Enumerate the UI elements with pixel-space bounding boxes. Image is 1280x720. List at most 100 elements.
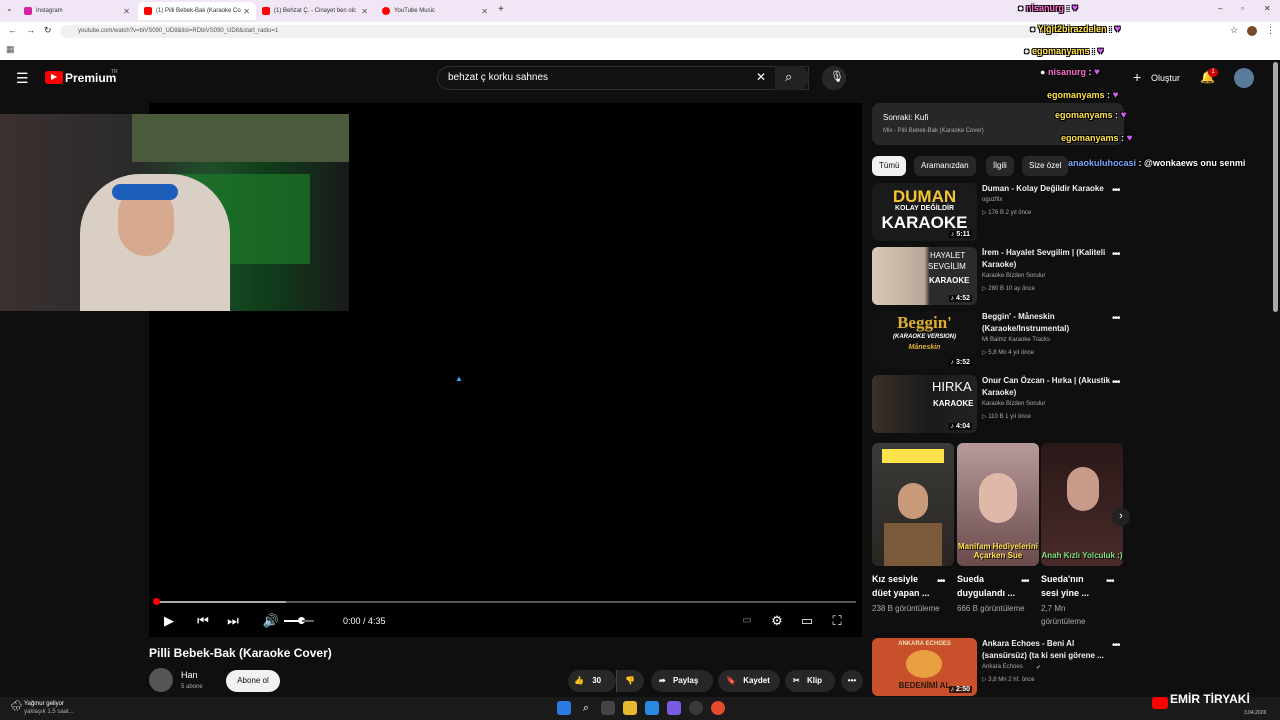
recommended-video[interactable]: HIRKA KARAOKE ♪ 4:04 Onur Can Özcan - Hı… <box>872 375 1132 435</box>
page-scrollbar[interactable] <box>1273 62 1278 312</box>
tab-instagram[interactable]: Instagram ✕ <box>18 2 136 20</box>
maximize-icon[interactable]: ▫ <box>1241 4 1244 13</box>
file-explorer-icon[interactable] <box>623 701 637 715</box>
volume-icon[interactable]: 🔊 <box>262 612 280 630</box>
video-title[interactable]: Beggin' - Måneskin (Karaoke/Instrumental… <box>982 311 1112 335</box>
tab-behzat[interactable]: (1) Behzat Ç. - Cinayet ben olc ✕ <box>256 2 374 20</box>
more-options-icon[interactable]: ••• <box>1112 249 1120 260</box>
video-title[interactable]: Duman - Kolay Değildir Karaoke <box>982 183 1112 195</box>
star-icon[interactable]: ☆ <box>1230 25 1238 36</box>
chat-message: ● egomanyams : ♥ <box>1024 46 1103 57</box>
video-thumbnail[interactable]: DUMAN KOLAY DEĞİLDİR KARAOKE ♪ 5:11 <box>872 183 977 241</box>
like-button[interactable]: 👍 30 <box>568 670 616 692</box>
premium-logo[interactable]: Premium <box>65 71 116 85</box>
short-title[interactable]: Kız sesiyle düet yapan ... <box>872 572 932 600</box>
save-button[interactable]: 🔖 Kaydet <box>718 670 780 692</box>
recommended-video[interactable]: Beggin' (KARAOKE VERSION) Måneskin ♪ 3:5… <box>872 311 1132 371</box>
menu-icon[interactable]: ⋮ <box>1266 25 1275 36</box>
tab-search-icon[interactable]: ⌄ <box>6 4 13 13</box>
more-options-icon[interactable]: ••• <box>1106 576 1114 587</box>
recommended-video[interactable]: DUMAN KOLAY DEĞİLDİR KARAOKE ♪ 5:11 Duma… <box>872 183 1132 243</box>
weather-icon[interactable]: 🌧 <box>10 701 23 712</box>
previous-icon[interactable]: ⏮ <box>194 612 212 630</box>
play-icon[interactable]: ▶ <box>160 612 178 630</box>
channel-name[interactable]: Han <box>181 670 198 680</box>
video-thumbnail[interactable]: Beggin' (KARAOKE VERSION) Måneskin ♪ 3:5… <box>872 311 977 369</box>
more-options-icon[interactable]: ••• <box>937 576 945 587</box>
chip-from-search[interactable]: Aramanızdan <box>914 156 976 176</box>
dislike-button[interactable]: 👎 <box>616 670 644 692</box>
window-close-icon[interactable]: ✕ <box>1264 4 1271 13</box>
video-title[interactable]: Ankara Echoes - Beni Al (sansürsüz) (ta … <box>982 638 1112 662</box>
video-thumbnail[interactable]: HAYALET SEVGİLİM KARAOKE ♪ 4:52 <box>872 247 977 305</box>
obs-icon[interactable] <box>689 701 703 715</box>
channel-name[interactable]: oguzflix <box>982 197 1002 203</box>
search-input[interactable]: behzat ç korku sahnes <box>437 66 809 90</box>
more-options-icon[interactable]: ••• <box>1112 640 1120 651</box>
chip-all[interactable]: Tümü <box>872 156 907 176</box>
close-icon[interactable]: ✕ <box>243 7 250 16</box>
chip-for-you[interactable]: Size özel <box>1022 156 1069 176</box>
video-title[interactable]: Onur Can Özcan - Hırka | (Akustik Karaok… <box>982 375 1112 399</box>
video-title[interactable]: İrem - Hayalet Sevgilim | (Kaliteli Kara… <box>982 247 1112 271</box>
create-button[interactable]: Oluştur <box>1151 73 1180 83</box>
short-thumbnail[interactable]: Anah Kızlı Yolculuk :) <box>1041 443 1123 566</box>
taskbar-search-icon[interactable]: ⌕ <box>579 701 593 715</box>
short-thumbnail[interactable]: Manifam Hediyelerini Açarken Sue <box>957 443 1039 566</box>
share-button[interactable]: ➦ Paylaş <box>651 670 713 692</box>
channel-name[interactable]: Mi Balmz Karaoke Tracks <box>982 337 1050 343</box>
account-avatar[interactable] <box>1234 68 1254 88</box>
short-title[interactable]: Sueda duygulandı ... <box>957 572 1017 600</box>
progress-bar[interactable] <box>153 598 856 605</box>
video-thumbnail[interactable]: HIRKA KARAOKE ♪ 4:04 <box>872 375 977 433</box>
scrubber-handle[interactable] <box>153 598 160 605</box>
close-icon[interactable]: ✕ <box>361 7 368 16</box>
reload-icon[interactable]: ↻ <box>44 25 52 36</box>
voice-search-button[interactable]: 🎙 <box>822 66 846 90</box>
minimize-icon[interactable]: – <box>1218 4 1222 13</box>
short-thumbnail[interactable] <box>872 443 954 566</box>
subscribe-button[interactable]: Abone ol <box>226 670 280 692</box>
chip-related[interactable]: İlgili <box>986 156 1014 176</box>
close-icon[interactable]: ✕ <box>481 7 488 16</box>
tab-pilli-bebek[interactable]: (1) Pilli Bebek-Bak (Karaoke Co ✕ <box>138 2 256 20</box>
apps-icon[interactable]: ▦ <box>6 44 15 55</box>
more-options-icon[interactable]: ••• <box>1021 576 1029 587</box>
close-icon[interactable]: ✕ <box>123 7 130 16</box>
tab-youtube-music[interactable]: YouTube Music ✕ <box>376 2 494 20</box>
settings-gear-icon[interactable]: ⚙ <box>768 612 786 630</box>
url-field[interactable]: youtube.com/watch?v=biVS090_UD8&list=RDb… <box>60 25 1060 38</box>
video-thumbnail[interactable]: ANKARA ECHOES BEDENİMİ AL ♪ 2:50 <box>872 638 977 696</box>
search-button[interactable]: ⌕ <box>775 66 809 90</box>
shorts-next-icon[interactable]: › <box>1112 508 1130 526</box>
channel-name[interactable]: Karaoke Bizden Sorulur <box>982 273 1045 279</box>
channel-name[interactable]: Karaoke Bizden Sorulur <box>982 401 1045 407</box>
weather-widget[interactable]: Yağmur geliyor yaklaşık 1,5 saat... <box>24 700 74 716</box>
recommended-video[interactable]: HAYALET SEVGİLİM KARAOKE ♪ 4:52 İrem - H… <box>872 247 1132 307</box>
profile-avatar[interactable] <box>1247 26 1257 36</box>
recommended-video[interactable]: ANKARA ECHOES BEDENİMİ AL ♪ 2:50 Ankara … <box>872 638 1132 698</box>
subtitles-icon[interactable]: ▭ <box>738 612 756 630</box>
back-icon[interactable]: ← <box>8 25 17 35</box>
task-view-icon[interactable] <box>601 701 615 715</box>
youtube-logo-icon[interactable]: ▶ <box>45 71 63 84</box>
more-actions-button[interactable]: ••• <box>841 670 863 692</box>
start-menu-icon[interactable] <box>557 701 571 715</box>
more-options-icon[interactable]: ••• <box>1112 185 1120 196</box>
app-icon[interactable] <box>645 701 659 715</box>
channel-avatar[interactable] <box>149 668 173 692</box>
hamburger-menu-icon[interactable]: ☰ <box>16 70 29 87</box>
next-icon[interactable]: ⏭ <box>224 612 242 630</box>
clear-search-icon[interactable]: ✕ <box>756 70 766 84</box>
forward-icon[interactable]: → <box>26 25 35 35</box>
more-options-icon[interactable]: ••• <box>1112 377 1120 388</box>
more-options-icon[interactable]: ••• <box>1112 313 1120 324</box>
chrome-icon[interactable] <box>711 701 725 715</box>
clip-button[interactable]: ✂ Klip <box>785 670 835 692</box>
theater-mode-icon[interactable]: ▭ <box>798 612 816 630</box>
new-tab-button[interactable]: + <box>498 4 504 15</box>
discord-icon[interactable] <box>667 701 681 715</box>
fullscreen-icon[interactable]: ⛶ <box>828 612 846 630</box>
channel-name[interactable]: Ankara Echoes <box>982 664 1023 670</box>
short-title[interactable]: Sueda'nın sesi yine ... <box>1041 572 1101 600</box>
